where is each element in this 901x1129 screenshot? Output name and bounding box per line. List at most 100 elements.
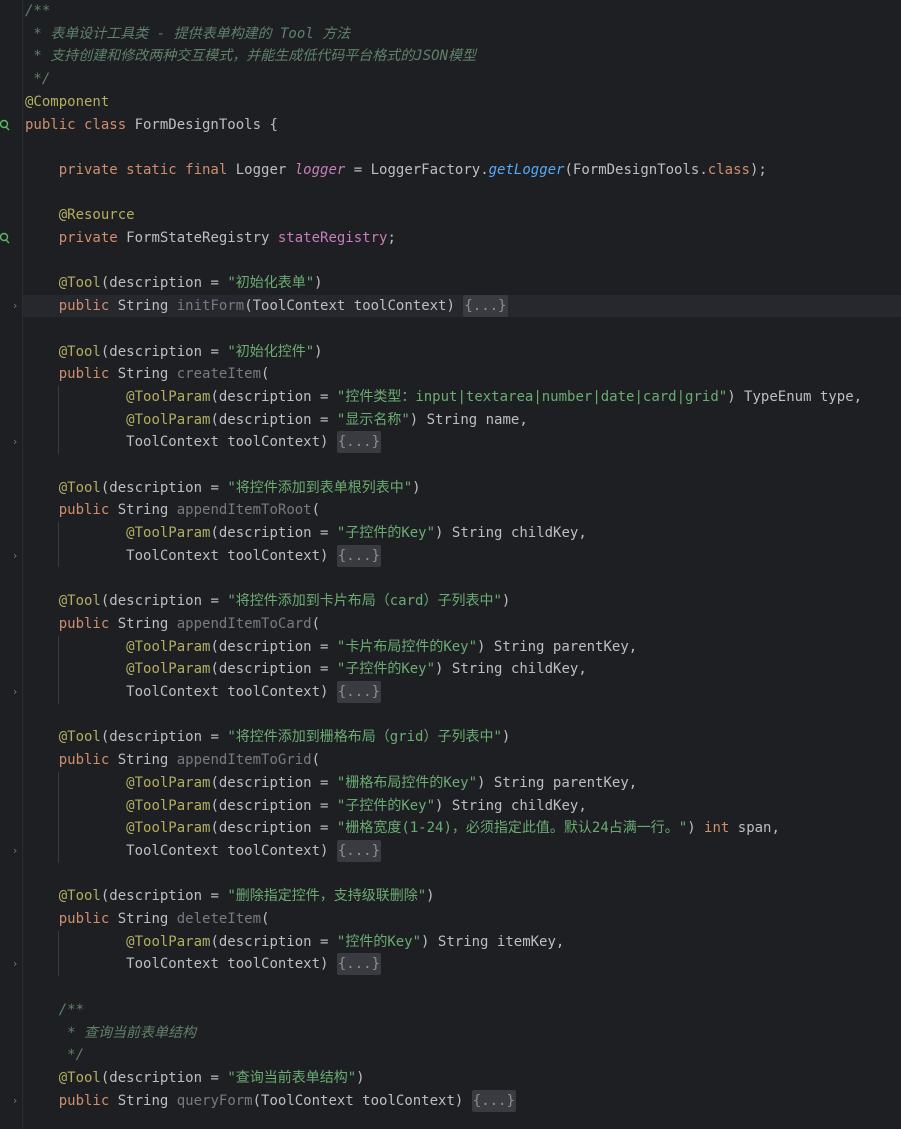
code-token: @Tool	[58, 479, 101, 496]
folded-code-region[interactable]: {...}	[336, 544, 382, 567]
code-token: String	[117, 752, 177, 769]
fold-arrow-icon[interactable]: ›	[9, 295, 21, 317]
code-line[interactable]: @ToolParam (description = "卡片布局控件的Key") S…	[25, 636, 637, 658]
code-token: Logger	[235, 161, 295, 178]
code-line[interactable]: public String initForm (ToolContext toolC…	[25, 295, 508, 318]
code-line[interactable]: public String appendItemToCard(	[25, 613, 320, 635]
code-token: (	[311, 615, 321, 632]
code-token: (description =	[100, 729, 228, 746]
code-line[interactable]: @ToolParam (description = "子控件的Key") Stri…	[25, 522, 587, 544]
spring-bean-icon[interactable]	[0, 119, 10, 131]
code-line[interactable]: public String createItem(	[25, 363, 270, 385]
code-token: (description =	[210, 411, 337, 428]
code-token: "初始化表单"	[227, 275, 315, 292]
code-line[interactable]: @ToolParam (description = "显示名称") String …	[25, 409, 528, 431]
code-line[interactable]: * 查询当前表单结构	[25, 1022, 196, 1044]
code-line[interactable]: * 支持创建和修改两种交互模式，并能生成低代码平台格式的JSON模型	[25, 45, 476, 67]
code-token: "栅格布局控件的Key"	[336, 774, 478, 791]
folded-code-region[interactable]: {...}	[336, 681, 382, 703]
code-line[interactable]: @ToolParam (description = "栅格布局控件的Key") S…	[25, 772, 637, 794]
code-token: public	[58, 911, 118, 927]
fold-arrow-icon[interactable]: ›	[9, 545, 21, 567]
code-line[interactable]: @Component	[25, 91, 109, 113]
code-line[interactable]: */	[25, 68, 50, 90]
code-token: @Tool	[58, 729, 101, 746]
code-line[interactable]: @Tool (description = "查询当前表单结构")	[25, 1067, 365, 1089]
code-line[interactable]: @ToolParam (description = "子控件的Key") Stri…	[25, 795, 587, 817]
code-line[interactable]: * 表单设计工具类 - 提供表单构建的 Tool 方法	[25, 23, 350, 45]
fold-arrow-icon[interactable]: ›	[9, 840, 21, 862]
code-line[interactable]: ToolContext toolContext) {...}	[25, 839, 382, 862]
code-line[interactable]: public String appendItemToGrid(	[25, 749, 320, 771]
code-token: ToolContext toolContext)	[126, 842, 337, 859]
code-token: * 支持创建和修改两种交互模式，并能生成低代码平台格式的JSON模型	[25, 48, 476, 65]
code-token: (description =	[210, 933, 337, 950]
code-token: public class	[25, 116, 135, 133]
code-line[interactable]: @ToolParam (description = "子控件的Key") Stri…	[25, 658, 587, 680]
code-line[interactable]: @ToolParam (description = "栅格宽度(1-24)，必须指…	[25, 817, 780, 839]
code-token: @Tool	[58, 275, 101, 292]
code-line[interactable]: @Tool (description = "删除指定控件，支持级联删除")	[25, 885, 435, 907]
code-line[interactable]: @Resource	[25, 204, 135, 226]
code-line[interactable]: @Tool (description = "初始化表单")	[25, 272, 323, 294]
code-line[interactable]: /**	[25, 0, 50, 22]
code-token: class	[707, 161, 750, 178]
fold-arrow-icon[interactable]: ›	[9, 1090, 21, 1112]
code-line[interactable]: @Tool (description = "将控件添加到栅格布局（grid）子列表…	[25, 726, 511, 748]
code-token: "栅格宽度(1-24)，必须指定此值。默认24占满一行。"	[336, 820, 688, 837]
code-token: (	[261, 366, 270, 383]
indent-guide	[58, 930, 59, 977]
code-token: )	[426, 888, 435, 905]
code-line[interactable]: public class FormDesignTools {	[25, 114, 278, 136]
code-line[interactable]: ToolContext toolContext) {...}	[25, 681, 382, 703]
code-token: "子控件的Key"	[336, 797, 436, 814]
folded-code-region[interactable]: {...}	[336, 431, 382, 454]
indent-guide	[58, 385, 59, 454]
spring-bean-icon[interactable]	[0, 232, 10, 244]
fold-arrow-icon[interactable]: ›	[9, 681, 21, 703]
code-token: FormDesignTools {	[134, 116, 278, 133]
code-line[interactable]: ToolContext toolContext) {...}	[25, 544, 382, 567]
folded-code-region[interactable]: {...}	[336, 839, 382, 862]
code-token: "查询当前表单结构"	[227, 1069, 357, 1086]
code-line[interactable]: private FormStateRegistry stateRegistry;	[25, 227, 396, 249]
indent-guide	[58, 635, 59, 704]
code-line[interactable]: public String queryForm (ToolContext tool…	[25, 1089, 516, 1112]
code-line[interactable]: private static final Logger logger = Log…	[25, 159, 767, 181]
code-token: (description =	[210, 525, 337, 542]
code-token: (description =	[210, 820, 337, 837]
code-line[interactable]: public String appendItemToRoot(	[25, 499, 320, 521]
code-token: String	[117, 298, 177, 315]
code-line[interactable]: ToolContext toolContext) {...}	[25, 953, 382, 976]
code-token: "初始化控件"	[227, 343, 315, 360]
code-line[interactable]: @Tool (description = "将控件添加到卡片布局（card）子列表…	[25, 590, 511, 612]
code-line[interactable]: public String deleteItem(	[25, 908, 270, 930]
fold-arrow-icon[interactable]: ›	[9, 953, 21, 975]
code-token: "卡片布局控件的Key"	[336, 638, 478, 655]
folded-code-region[interactable]: {...}	[336, 953, 382, 976]
code-editor[interactable]: /** * 表单设计工具类 - 提供表单构建的 Tool 方法 * 支持创建和修…	[0, 0, 901, 1129]
code-line[interactable]: @Tool (description = "将控件添加到表单根列表中")	[25, 477, 421, 499]
code-line[interactable]: ToolContext toolContext) {...}	[25, 431, 382, 454]
code-line[interactable]: @ToolParam (description = "控件类型：input|tex…	[25, 386, 862, 408]
code-token: @Component	[25, 93, 110, 110]
code-token: )	[314, 343, 323, 360]
fold-arrow-icon[interactable]: ›	[9, 431, 21, 453]
code-token: )	[314, 275, 323, 292]
code-token: ) String childKey,	[435, 661, 587, 678]
code-line[interactable]: */	[25, 1044, 84, 1066]
code-line[interactable]: @Tool (description = "初始化控件")	[25, 341, 323, 363]
folded-code-region[interactable]: {...}	[471, 1089, 516, 1112]
code-line[interactable]: @ToolParam (description = "控件的Key") Strin…	[25, 931, 564, 953]
code-token: (description =	[100, 343, 228, 360]
code-line[interactable]: /**	[25, 999, 84, 1021]
code-token: @Tool	[58, 888, 101, 905]
folded-code-region[interactable]: {...}	[463, 295, 508, 318]
